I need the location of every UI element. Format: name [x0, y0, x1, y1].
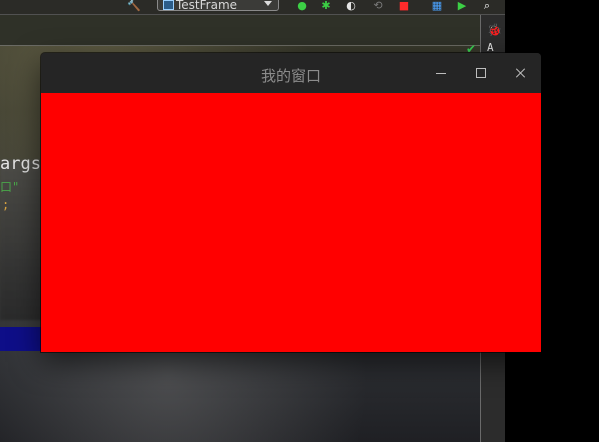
- run-configuration-label: TestFrame: [176, 0, 238, 12]
- ant-icon[interactable]: 🐞: [487, 23, 502, 37]
- close-icon: [516, 68, 526, 78]
- code-string-fragment: 口": [0, 180, 20, 194]
- build-icon[interactable]: 🔨: [127, 0, 141, 12]
- minimize-icon: [436, 72, 446, 74]
- editor-tab-bar: [0, 15, 480, 46]
- close-button[interactable]: [508, 63, 534, 83]
- stop-icon[interactable]: ■: [398, 0, 410, 12]
- run-icon[interactable]: ▶: [456, 0, 468, 12]
- layout-icon[interactable]: ▦: [431, 0, 443, 12]
- maximize-icon: [476, 68, 486, 78]
- ide-toolbar: 🔨 TestFrame ● ✱ ◐ ⟲ ■ ▦ ▶ ⌕: [0, 0, 505, 15]
- search-icon[interactable]: ⌕: [481, 0, 493, 12]
- config-icon: [163, 0, 174, 10]
- window-titlebar[interactable]: 我的窗口: [41, 53, 541, 93]
- window-title: 我的窗口: [260, 67, 321, 85]
- code-semicolon: ;: [2, 198, 10, 212]
- code-args-text: args: [0, 154, 41, 174]
- maximize-button[interactable]: [468, 63, 494, 83]
- debug-icon[interactable]: ●: [296, 0, 308, 12]
- bug-icon[interactable]: ✱: [320, 0, 332, 12]
- run-coverage-icon[interactable]: ◐: [345, 0, 357, 12]
- window-content-area: [41, 93, 541, 352]
- run-configuration-dropdown[interactable]: TestFrame: [157, 0, 279, 12]
- profile-icon[interactable]: ⟲: [372, 0, 384, 12]
- minimize-button[interactable]: [428, 63, 454, 83]
- app-window: 我的窗口: [41, 53, 541, 352]
- chevron-down-icon: [264, 1, 272, 6]
